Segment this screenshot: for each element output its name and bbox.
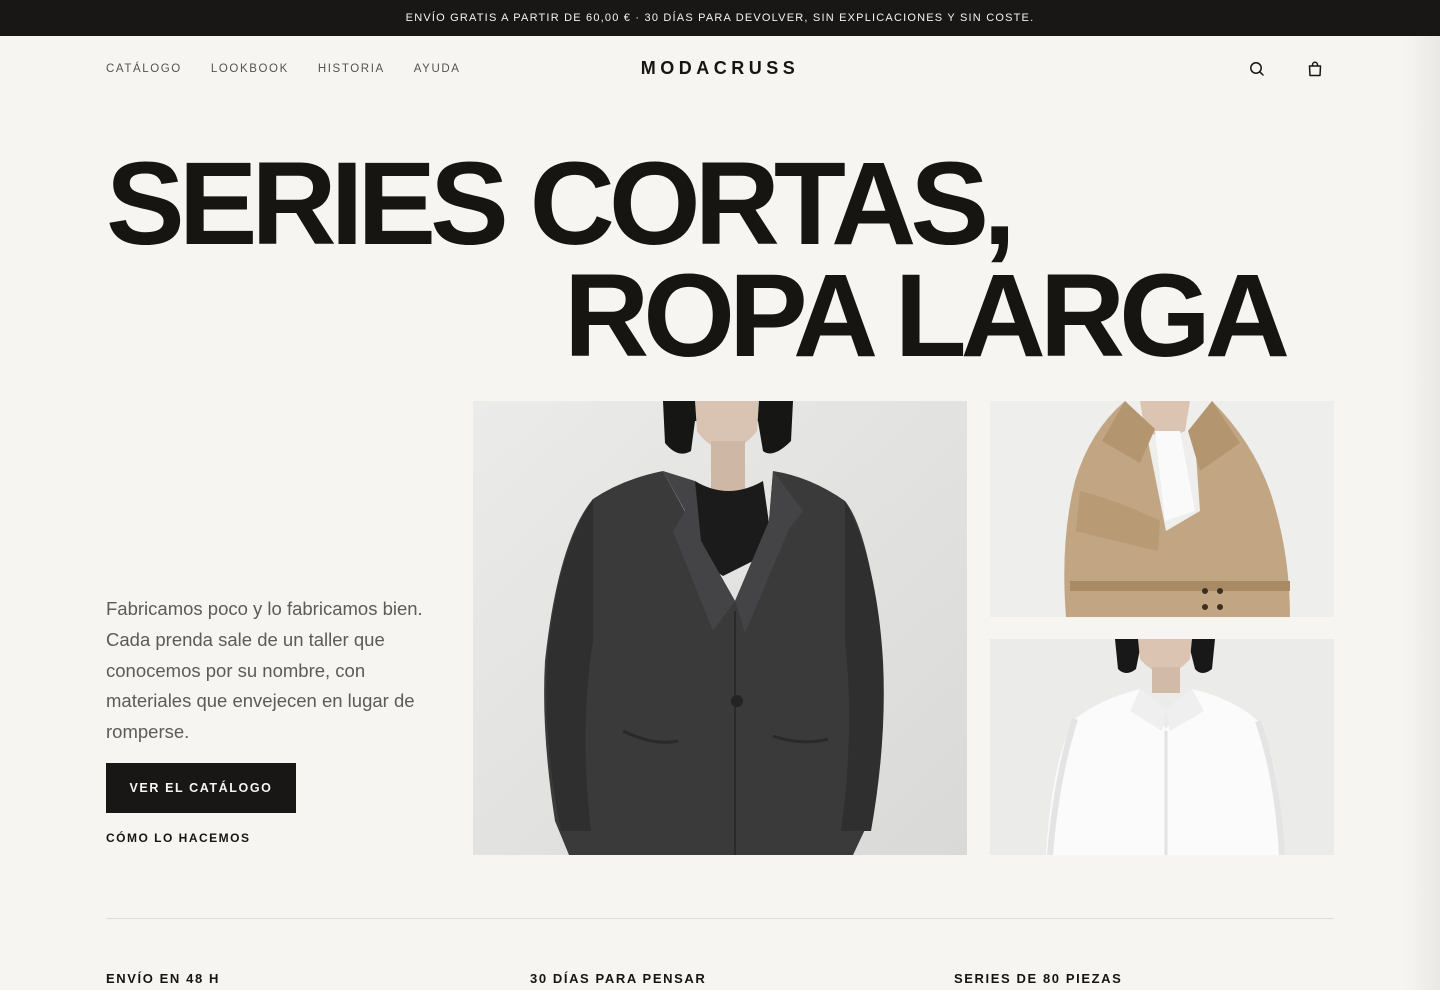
- view-catalog-button[interactable]: VER EL CATÁLOGO: [106, 763, 296, 813]
- section-divider: [106, 918, 1334, 919]
- headline-line-1: SERIES CORTAS,: [106, 138, 1016, 270]
- how-we-make-it-link[interactable]: CÓMO LO HACEMOS: [106, 831, 251, 845]
- feature-returns: 30 DÍAS PARA PENSAR: [530, 971, 707, 986]
- site-header: CATÁLOGO LOOKBOOK HISTORIA AYUDA MODACRU…: [0, 36, 1440, 104]
- announcement-bar: ENVÍO GRATIS A PARTIR DE 60,00 € · 30 DÍ…: [0, 0, 1440, 36]
- beige-trench-coat-photo[interactable]: [990, 401, 1334, 617]
- headline-line-2: ROPA LARGA: [564, 250, 1290, 382]
- brand-logo[interactable]: MODACRUSS: [0, 58, 1440, 79]
- charcoal-wool-coat-photo[interactable]: [473, 401, 967, 855]
- feature-series: SERIES DE 80 PIEZAS: [954, 971, 1123, 986]
- search-icon[interactable]: [1248, 60, 1266, 78]
- announcement-text: ENVÍO GRATIS A PARTIR DE 60,00 € · 30 DÍ…: [405, 12, 1035, 24]
- white-shirt-photo[interactable]: [990, 639, 1334, 855]
- page-edge-shadow: [1404, 36, 1440, 990]
- feature-shipping: ENVÍO EN 48 H: [106, 971, 220, 986]
- bag-icon[interactable]: [1306, 60, 1324, 78]
- hero-intro-text: Fabricamos poco y lo fabricamos bien. Ca…: [106, 598, 423, 743]
